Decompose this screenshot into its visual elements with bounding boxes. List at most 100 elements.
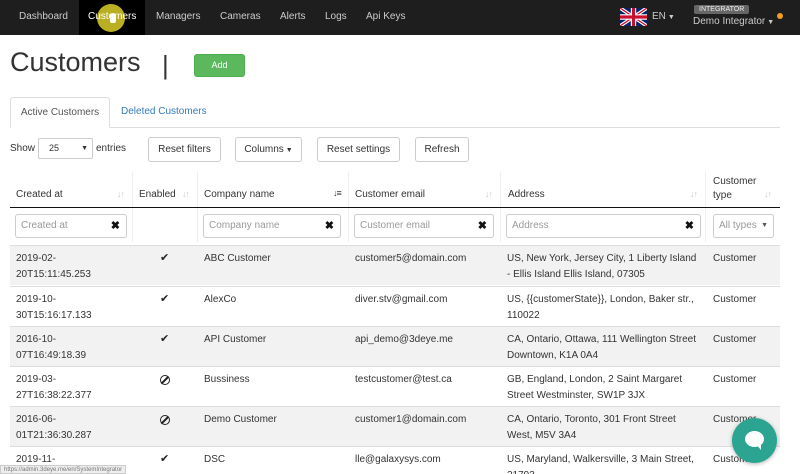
address-line1: US, New York, Jersey City, 1 Liberty Isl… bbox=[507, 253, 697, 264]
nav-api-keys[interactable]: Api Keys bbox=[366, 0, 405, 35]
nav-alerts[interactable]: Alerts bbox=[280, 0, 306, 35]
header-customer-email[interactable]: Customer email bbox=[355, 189, 425, 200]
entries-label: entries bbox=[96, 143, 127, 154]
filter-created-at[interactable]: Created at ✖ bbox=[15, 214, 127, 238]
sort-icon[interactable]: ↓↑ bbox=[117, 189, 125, 199]
header-customer-type-line2: type bbox=[713, 190, 732, 201]
cell-customer-email: diver.stv@gmail.com bbox=[355, 294, 448, 305]
chat-widget-button[interactable] bbox=[732, 418, 777, 463]
reset-filters-button[interactable]: Reset filters bbox=[148, 137, 221, 162]
table-row[interactable]: 2016-06- 01T21:36:30.287 Demo Customer cust… bbox=[10, 406, 780, 446]
cell-address: CA, Ontario, Ottawa, 111 Wellington Stre… bbox=[507, 332, 696, 364]
address-line2: - Ellis Island Ellis Island, 07305 bbox=[507, 269, 645, 280]
nav-customers[interactable]: Customers bbox=[79, 0, 146, 35]
created-at-line2: 07T16:49:18.39 bbox=[16, 350, 87, 361]
sort-icon[interactable]: ↓↑ bbox=[485, 189, 493, 199]
header-company-name[interactable]: Company name bbox=[204, 189, 275, 200]
tab-deleted-customers[interactable]: Deleted Customers bbox=[121, 97, 207, 128]
cell-address: GB, England, London, 2 Saint Margaret Str… bbox=[507, 372, 682, 404]
table-row[interactable]: 2019-02- 20T15:11:45.253 ✔ ABC Customer cust… bbox=[10, 245, 780, 285]
checkmark-icon: ✔ bbox=[160, 453, 170, 465]
chevron-down-icon: ▼ bbox=[665, 14, 675, 21]
filter-company-placeholder: Company name bbox=[209, 220, 280, 231]
address-line2: 21793 bbox=[507, 470, 535, 474]
tab-active-customers[interactable]: Active Customers bbox=[10, 97, 110, 128]
table-row[interactable]: 2016-10- 07T16:49:18.39 ✔ API Customer api_d… bbox=[10, 326, 780, 366]
address-line2: 110022 bbox=[507, 310, 540, 321]
reset-settings-button[interactable]: Reset settings bbox=[317, 137, 400, 162]
sort-icon[interactable]: ↓↑ bbox=[690, 189, 698, 199]
checkmark-icon: ✔ bbox=[160, 293, 170, 305]
filter-type-value: All types bbox=[719, 220, 757, 231]
chevron-down-icon: ▼ bbox=[765, 19, 775, 26]
table-row[interactable]: 2019-10- 30T15:16:17.133 ✔ AlexCo diver.stv@… bbox=[10, 286, 780, 326]
cell-customer-type: Customer bbox=[713, 374, 757, 385]
status-bar-url: https://admin.3deye.me/en/SystemIntegrat… bbox=[0, 465, 127, 474]
nav-dashboard[interactable]: Dashboard bbox=[19, 0, 68, 35]
header-address[interactable]: Address bbox=[508, 189, 545, 200]
sort-asc-icon[interactable]: ↓≡ bbox=[333, 188, 342, 198]
filter-company-name[interactable]: Company name ✖ bbox=[203, 214, 341, 238]
cell-address: US, {{customerState}}, London, Baker str… bbox=[507, 292, 694, 324]
sort-icon[interactable]: ↓↑ bbox=[182, 189, 190, 199]
nav-logs[interactable]: Logs bbox=[325, 0, 347, 35]
address-line2: Street Westminster, SW1P 3JX bbox=[507, 390, 646, 401]
created-at-line1: 2016-10- bbox=[16, 334, 57, 345]
checkmark-icon: ✔ bbox=[160, 252, 170, 264]
cell-company-name: AlexCo bbox=[204, 294, 237, 305]
nav-cameras[interactable]: Cameras bbox=[220, 0, 261, 35]
created-at-line2: 27T16:38:22.377 bbox=[16, 390, 92, 401]
clear-icon[interactable]: ✖ bbox=[325, 215, 334, 237]
cell-created-at: 2019-02- 20T15:11:45.253 bbox=[16, 251, 91, 283]
clear-icon[interactable]: ✖ bbox=[685, 215, 694, 237]
checkmark-icon: ✔ bbox=[160, 333, 170, 345]
header-customer-type-line1: Customer bbox=[713, 176, 757, 187]
address-line1: US, {{customerState}}, London, Baker str… bbox=[507, 294, 694, 305]
refresh-button[interactable]: Refresh bbox=[415, 137, 469, 162]
header-created-at[interactable]: Created at bbox=[16, 189, 63, 200]
cell-customer-email: testcustomer@test.ca bbox=[355, 374, 452, 385]
address-line2: Downtown, K1A 0A4 bbox=[507, 350, 599, 361]
cell-customer-email: customer5@domain.com bbox=[355, 253, 467, 264]
header-enabled[interactable]: Enabled bbox=[139, 189, 176, 200]
language-selector[interactable]: EN ▼ bbox=[652, 0, 675, 35]
cell-created-at: 2019-03- 27T16:38:22.377 bbox=[16, 372, 92, 404]
cell-company-name: Bussiness bbox=[204, 374, 250, 385]
clear-icon[interactable]: ✖ bbox=[111, 215, 120, 237]
address-line2: West, M5V 3A4 bbox=[507, 430, 577, 441]
table-row[interactable]: 2019-03- 27T16:38:22.377 Bussiness testcust… bbox=[10, 366, 780, 406]
created-at-line1: 2019-11- bbox=[16, 454, 56, 465]
created-at-line1: 2019-03- bbox=[16, 374, 57, 385]
page-title: Customers bbox=[10, 47, 141, 77]
cell-company-name: API Customer bbox=[204, 334, 267, 345]
created-at-line2: 20T15:11:45.253 bbox=[16, 269, 91, 280]
address-line1: GB, England, London, 2 Saint Margaret bbox=[507, 374, 683, 385]
header-customer-type[interactable]: Customer type bbox=[713, 175, 756, 203]
title-separator: | bbox=[162, 50, 169, 80]
user-name-label: Demo Integrator bbox=[693, 16, 766, 27]
filter-customer-email[interactable]: Customer email ✖ bbox=[354, 214, 494, 238]
notification-dot bbox=[777, 13, 783, 19]
filter-address[interactable]: Address ✖ bbox=[506, 214, 701, 238]
nav-managers[interactable]: Managers bbox=[156, 0, 200, 35]
cell-company-name: ABC Customer bbox=[204, 253, 271, 264]
sort-icon[interactable]: ↓↑ bbox=[764, 189, 772, 199]
uk-flag-icon[interactable] bbox=[620, 8, 647, 26]
created-at-line1: 2016-06- bbox=[16, 414, 57, 425]
add-customer-button[interactable]: Add bbox=[194, 54, 245, 77]
show-label: Show bbox=[10, 143, 36, 154]
page-length-select[interactable]: 25 ▼ bbox=[38, 138, 93, 159]
user-menu[interactable]: Demo Integrator ▼ bbox=[693, 16, 774, 27]
cell-customer-email: customer1@domain.com bbox=[355, 414, 467, 425]
created-at-line1: 2019-10- bbox=[16, 294, 57, 305]
filter-customer-type[interactable]: All types ▼ bbox=[713, 214, 774, 238]
filter-created-at-placeholder: Created at bbox=[21, 220, 68, 231]
cell-address: US, New York, Jersey City, 1 Liberty Isl… bbox=[507, 251, 696, 283]
columns-button[interactable]: Columns ▼ bbox=[235, 137, 302, 162]
clear-icon[interactable]: ✖ bbox=[478, 215, 487, 237]
created-at-line2: 30T15:16:17.133 bbox=[16, 310, 92, 321]
cell-customer-type: Customer bbox=[713, 334, 757, 345]
disabled-icon bbox=[160, 415, 170, 425]
columns-label: Columns bbox=[244, 144, 284, 155]
address-line1: CA, Ontario, Toronto, 301 Front Street bbox=[507, 414, 676, 425]
